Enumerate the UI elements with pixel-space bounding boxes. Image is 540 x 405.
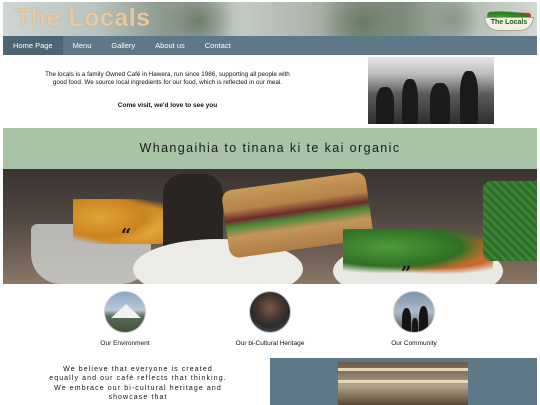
hero-food-image: “ ” — [3, 169, 537, 284]
tagline-banner: Whangaihia to tinana ki te kai organic — [3, 128, 537, 169]
feature-environment[interactable]: Our Environment — [70, 291, 180, 347]
cafe-counter-photo — [338, 362, 468, 405]
hero-chips — [73, 199, 163, 244]
quote-open-icon: “ — [121, 225, 132, 246]
silhouette-figure — [412, 318, 418, 332]
intro-paragraph: The locals is a family Owned Café in Haw… — [45, 71, 290, 86]
feature-bicultural-heritage[interactable]: Our bi-Cultural Heritage — [215, 291, 325, 347]
photo-person — [430, 83, 450, 124]
site-header: The Locals The Locals — [3, 2, 537, 36]
person-portrait-icon — [249, 291, 291, 333]
main-navigation: Home Page Menu Gallery About us Contact — [3, 36, 537, 55]
feature-label: Our Environment — [100, 340, 150, 347]
cafe-interior-photo — [368, 57, 494, 124]
photo-person — [460, 71, 478, 124]
header-foliage — [423, 2, 483, 36]
photo-shelf — [338, 368, 468, 371]
nav-home-page[interactable]: Home Page — [3, 36, 63, 55]
cafe-logo[interactable]: The Locals — [481, 9, 537, 33]
header-foliage — [153, 2, 243, 36]
feature-label: Our Community — [391, 340, 437, 347]
nav-menu[interactable]: Menu — [63, 36, 102, 55]
photo-shelf — [338, 380, 468, 383]
hero-cup — [483, 181, 537, 261]
silhouette-figure — [402, 308, 411, 332]
photo-person — [402, 79, 418, 124]
banner-text: Whangaihia to tinana ki te kai organic — [139, 141, 401, 155]
silhouette-figure — [419, 306, 428, 332]
site-title[interactable]: The Locals — [15, 4, 151, 33]
quote-close-icon: ” — [401, 263, 412, 284]
nav-gallery[interactable]: Gallery — [101, 36, 145, 55]
feature-label: Our bi-Cultural Heritage — [235, 340, 305, 347]
photo-person — [376, 87, 394, 124]
feature-community[interactable]: Our Community — [359, 291, 469, 347]
family-silhouette-icon — [393, 291, 435, 333]
nav-contact[interactable]: Contact — [195, 36, 241, 55]
header-foliage — [303, 2, 423, 36]
nav-about-us[interactable]: About us — [145, 36, 195, 55]
intro-call-to-action: Come visit, we'd love to see you — [117, 102, 218, 109]
logo-text: The Locals — [490, 19, 528, 26]
values-paragraph: We believe that everyone is created equa… — [49, 366, 227, 402]
mountain-icon — [104, 291, 146, 333]
